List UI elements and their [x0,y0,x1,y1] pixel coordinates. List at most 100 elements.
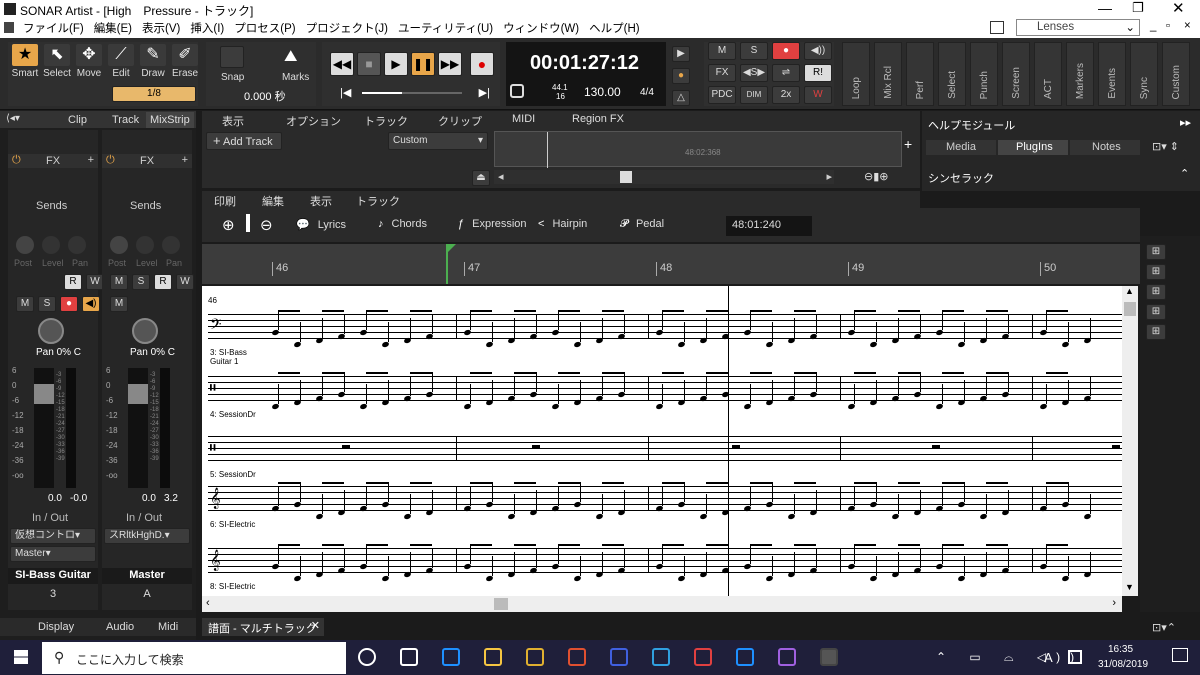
strip-row2-button[interactable]: M [16,296,34,312]
close-tab-icon[interactable]: ✕ [311,619,320,632]
menu-item[interactable]: プロセス(P) [229,18,300,38]
cortana-icon[interactable] [400,648,418,666]
time-display[interactable]: 00:01:27:12 [530,52,639,75]
edge-icon[interactable] [442,648,460,666]
stop-button[interactable]: ■ [357,52,381,76]
read-button[interactable]: R! [804,64,832,82]
menu-item[interactable]: プロジェクト(J) [301,18,393,38]
doc-minimize-icon[interactable]: _ [1150,20,1156,32]
module-tab[interactable]: Select [938,42,966,106]
module-tab[interactable]: Screen [1002,42,1030,106]
tool-select[interactable]: ⬉ Select [42,44,72,84]
maximize-icon[interactable]: ❐ [1132,0,1144,16]
add-fx-icon[interactable]: + [182,154,188,166]
windows-start-icon[interactable] [14,650,28,664]
input-dropdown[interactable]: スRltkHghD.▾ [104,528,190,544]
settings-icon[interactable] [510,84,524,98]
browser-expand-icon[interactable]: ▸▸ [1180,116,1191,129]
sonar-icon[interactable] [820,648,838,666]
doc-restore-icon[interactable]: ▫ [1166,20,1170,32]
write-button[interactable]: W [804,86,832,104]
module-tab[interactable]: Sync [1130,42,1158,106]
send-knob[interactable] [136,236,154,254]
paint-icon[interactable] [610,648,628,666]
scroll-right-icon[interactable]: ▸ [826,170,832,183]
score-h-scroll[interactable]: ‹ › [202,596,1122,612]
doc-close-icon[interactable]: × [1184,20,1191,32]
pdc-button[interactable]: PDC [708,86,736,104]
strip-row2-button[interactable]: ◀) [82,296,100,312]
tab-mixstrip[interactable]: MixStrip [146,112,194,128]
tab-midi[interactable]: Midi [158,621,178,633]
send-knob[interactable] [68,236,86,254]
track-menu-item[interactable]: MIDI [512,113,535,125]
synth-collapse-icon[interactable]: ⌃ [1180,167,1189,180]
tool-draw[interactable]: ✎ Draw [138,44,168,84]
staff-panel-button[interactable]: ⊞ [1146,284,1166,300]
v-scroll[interactable]: ▲ ▼ [1122,286,1138,596]
module-tab[interactable]: Mix Rcl [874,42,902,106]
solo-all-button[interactable]: S [740,42,768,60]
staff-menu-item[interactable]: 表示 [310,193,332,209]
input-echo-button[interactable]: ◀)) [804,42,832,60]
dock-options-icon[interactable]: ⊡▾⌃ [1152,621,1176,634]
tool-smart[interactable]: ★ Smart [10,44,40,84]
menu-item[interactable]: 編集(E) [89,18,137,38]
module-tab[interactable]: Perf [906,42,934,106]
track-ruler[interactable]: 48:02:368 [494,131,902,168]
track-name[interactable]: Master [102,568,192,584]
photos-icon[interactable] [652,648,670,666]
lens-icon[interactable] [990,21,1004,34]
close-icon[interactable]: ✕ [1172,0,1185,17]
strip-row2-button[interactable]: M [110,296,128,312]
score-area[interactable]: 46 3: SI-Bass Guitar 1 𝄢 4: SessionDr 𝄥 5: S… [202,286,1122,596]
staff-tool-expression[interactable]: ƒ Expression [458,218,527,230]
clock-date[interactable]: 31/08/2019 [1098,659,1148,670]
module-tab[interactable]: Events [1098,42,1126,106]
staff-panel-button[interactable]: ⊞ [1146,264,1166,280]
fader[interactable] [34,368,54,488]
menu-item[interactable]: 表示(V) [137,18,185,38]
automation-button[interactable]: ⇌ [772,64,800,82]
send-knob[interactable] [162,236,180,254]
play-button[interactable]: ▶ [384,52,408,76]
track-menu-item[interactable]: Region FX [572,113,624,125]
go-start-icon[interactable]: |◀ [340,86,351,99]
staff-tool-hairpin[interactable]: < Hairpin [538,218,587,230]
strip-r-button[interactable]: R [154,274,172,290]
send-knob[interactable] [110,236,128,254]
strip-s-button[interactable]: S [132,274,150,290]
explorer-icon[interactable] [484,648,502,666]
zoom-icon[interactable]: ⊖▮⊕ [864,170,889,183]
notifications-icon[interactable] [1172,648,1188,662]
record-arm-button[interactable]: ● [772,42,800,60]
chrome-icon[interactable] [694,648,712,666]
pan-knob[interactable] [38,318,64,344]
position-field[interactable]: 48:01:240 [726,216,812,236]
strip-row2-button[interactable]: S [38,296,56,312]
menu-item[interactable]: ファイル(F) [18,18,89,38]
go-end-icon[interactable]: ▶| [479,86,490,99]
send-knob[interactable] [42,236,60,254]
tab-display[interactable]: Display [38,621,74,633]
ie-icon[interactable] [736,648,754,666]
strip-m-button[interactable]: M [110,274,128,290]
browser-tab-media[interactable]: Media [926,140,996,155]
inspector-menu-icon[interactable]: ⟨◂▾ [6,113,20,124]
sends-button[interactable]: ◀S▶ [740,64,768,82]
zoom-handle-icon[interactable] [246,214,250,232]
staff-tool-chords[interactable]: ♪ Chords [378,218,427,230]
h-scroll[interactable]: ◂ ▸ [494,170,834,184]
double-button[interactable]: 2x [772,86,800,104]
module-tab[interactable]: Custom [1162,42,1190,106]
snap-value[interactable]: 1/8 [112,86,196,102]
fader[interactable] [128,368,148,488]
minimize-icon[interactable]: — [1098,0,1112,16]
staff-tool-pedal[interactable]: 𝓟 Pedal [620,218,664,231]
staff-panel-button[interactable]: ⊞ [1146,304,1166,320]
menu-item[interactable]: 挿入(I) [185,18,229,38]
staff-menu-item[interactable]: 編集 [262,193,284,209]
tab-audio[interactable]: Audio [106,621,134,633]
power-icon[interactable]: ⏻ [106,154,115,167]
menu-item[interactable]: ユーティリティ(U) [393,18,498,38]
